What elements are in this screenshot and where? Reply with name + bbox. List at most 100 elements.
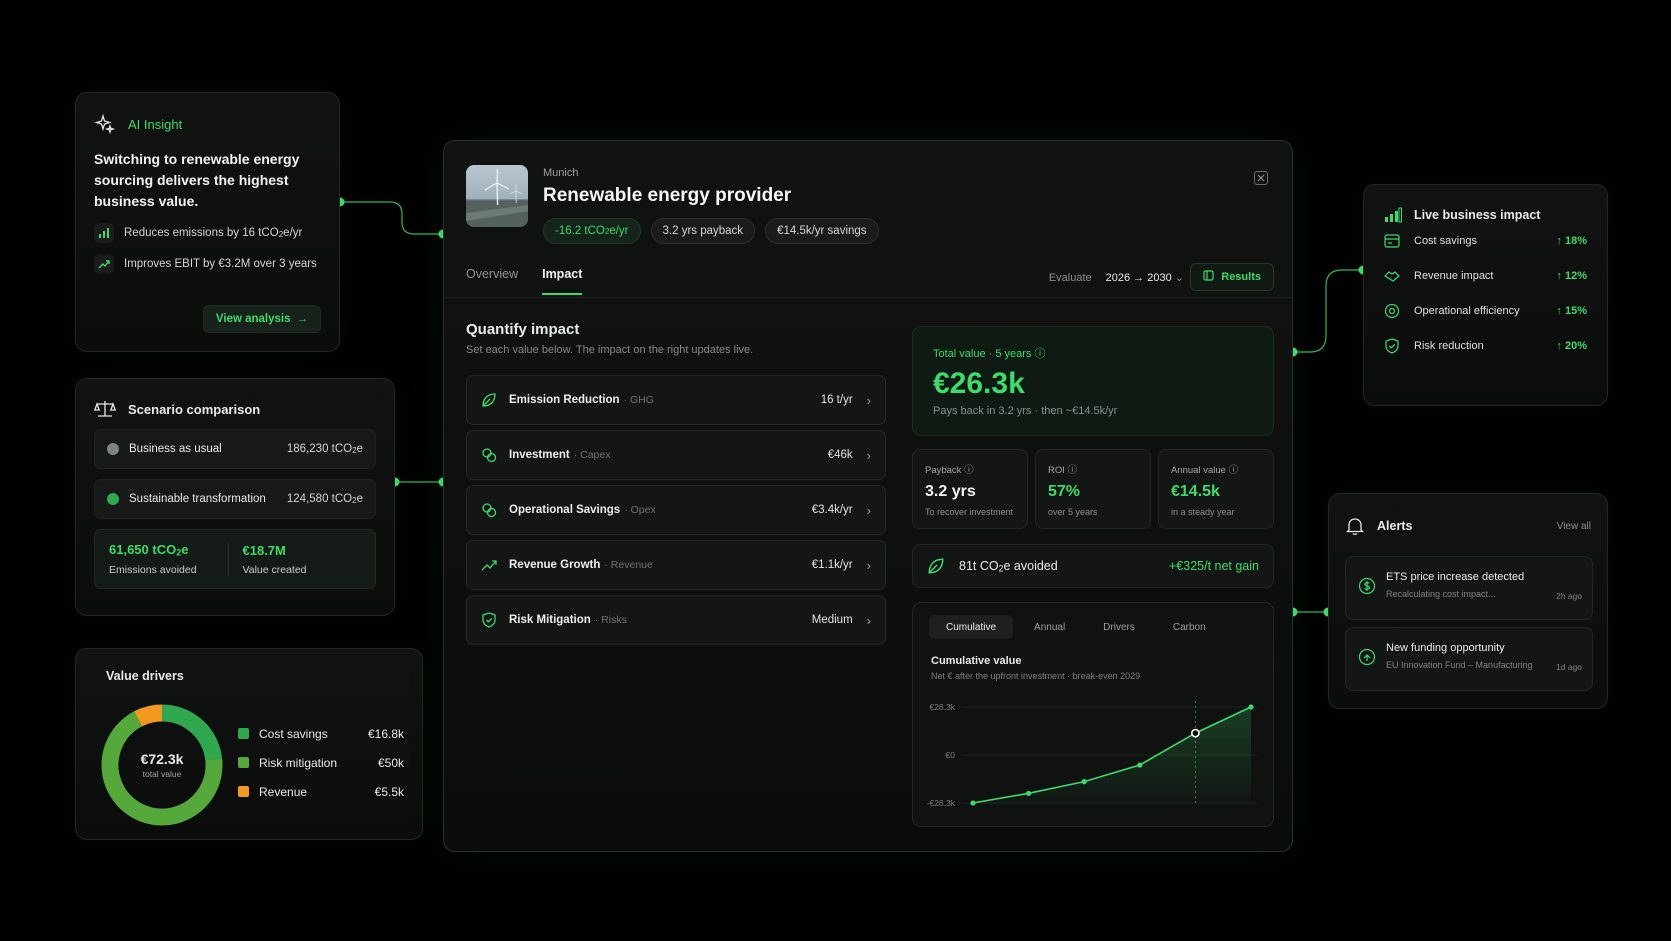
chart-point xyxy=(1248,704,1254,710)
value-created-value: €18.7M xyxy=(242,542,286,558)
chart-title: Cumulative value xyxy=(931,655,1022,667)
bell-icon xyxy=(1345,516,1365,536)
y-tick-label: -€26.3k xyxy=(927,798,956,808)
scenario-name: Business as usual xyxy=(129,443,222,455)
wind-turbine-image xyxy=(466,165,528,227)
input-investment[interactable]: Investment · Capex €46k › xyxy=(466,430,886,480)
scenario-value: 124,580 tCO xyxy=(286,492,353,505)
summary-chips: -16.2 tCO 2 e/yr 3.2 yrs payback €14.5k/yr… xyxy=(543,218,879,244)
live-business-impact-card: Live business impact Cost savings ↑ 18% … xyxy=(1363,184,1608,406)
chart-point xyxy=(1081,779,1087,785)
location-label: Munich xyxy=(543,167,579,179)
legend-item: Cost savings €16.8k xyxy=(238,719,404,748)
scenario-summary: 61,650 tCO2e Emissions avoided €18.7M Va… xyxy=(94,529,376,589)
chart-tab-drivers[interactable]: Drivers xyxy=(1086,615,1152,639)
legend-swatch xyxy=(238,786,249,797)
info-icon: ⓘ xyxy=(1067,465,1078,476)
alerts-title: Alerts xyxy=(1377,519,1413,533)
total-value-label: Total value · 5 years xyxy=(933,348,1032,360)
chevron-down-icon: ⌄ xyxy=(1174,272,1184,284)
total-value: €26.3k xyxy=(933,367,1025,400)
panel-title: Renewable energy provider xyxy=(543,185,792,206)
kpi-payback: Payback ⓘ 3.2 yrs To recover investment xyxy=(912,449,1028,529)
arrow-right-icon: → xyxy=(296,313,309,325)
input-risk-mitigation[interactable]: Risk Mitigation · Risks Medium › xyxy=(466,595,886,645)
chart-point xyxy=(1026,790,1032,796)
chart-tab-cumulative[interactable]: Cumulative xyxy=(929,615,1014,639)
value-drivers-card: Value drivers €72.3k total value Cost sa… xyxy=(75,648,423,840)
total-value-card: Total value · 5 years ⓘ €26.3k Pays back… xyxy=(912,326,1274,436)
handshake-icon xyxy=(1384,269,1400,283)
evaluate-label: Evaluate xyxy=(1048,271,1092,284)
scale-icon xyxy=(94,399,116,419)
tab-divider xyxy=(444,297,1292,298)
info-icon: ⓘ xyxy=(964,465,974,476)
chart-tab-annual[interactable]: Annual xyxy=(1017,615,1082,639)
view-analysis-label: View analysis xyxy=(215,313,291,325)
chevron-right-icon: › xyxy=(866,502,871,518)
info-icon: ⓘ xyxy=(1228,465,1239,476)
scenario-value: 186,230 tCO xyxy=(286,442,353,455)
emissions-avoided-value: 61,650 tCO xyxy=(109,542,177,558)
legend-item: Revenue €5.5k xyxy=(238,777,404,806)
results-button[interactable]: Results xyxy=(1190,263,1274,291)
chart-point-highlight[interactable] xyxy=(1190,728,1200,738)
shield-icon xyxy=(481,612,497,628)
quantify-subtitle: Set each value below. The impact on the … xyxy=(466,344,754,356)
ai-insight-lead: Switching to renewable energy sourcing d… xyxy=(94,151,300,209)
status-dot xyxy=(107,493,119,505)
donut-center: €72.3k total value xyxy=(98,701,226,829)
co2-avoided-text: 81t CO xyxy=(959,558,999,573)
impact-row-cost-savings: Cost savings ↑ 18% xyxy=(1384,223,1587,258)
y-tick-label: €0 xyxy=(946,750,956,760)
gear-icon xyxy=(1384,303,1400,319)
emissions-avoided-label: Emissions avoided xyxy=(109,563,197,576)
total-value-sub: Pays back in 3.2 yrs · then ~€14.5k/yr xyxy=(933,405,1118,417)
status-dot xyxy=(107,443,119,455)
tab-overview[interactable]: Overview xyxy=(466,267,518,295)
y-tick-label: €26.3k xyxy=(929,702,955,712)
panel-tabs: Overview Impact xyxy=(466,267,583,295)
sparkle-icon xyxy=(94,113,116,135)
payback-chip: 3.2 yrs payback xyxy=(650,218,756,244)
donut-total: €72.3k xyxy=(140,751,184,767)
view-all-link[interactable]: View all xyxy=(1557,521,1591,532)
cumulative-chart-card: €26.3k €0 -€26.3k Cumulative Annual Driver… xyxy=(912,602,1274,827)
input-emission-reduction[interactable]: Emission Reduction · GHG 16 t/yr › xyxy=(466,375,886,425)
alert-item[interactable]: ETS price increase detected Recalculatin… xyxy=(1345,556,1593,620)
close-icon[interactable] xyxy=(1254,171,1268,185)
evaluate-range-select[interactable]: 2026 → 2030 ⌄ xyxy=(1106,271,1184,284)
legend-swatch xyxy=(238,728,249,739)
co2-avoided-row: 81t CO2e avoided +€325/t net gain xyxy=(912,544,1274,588)
value-created-label: Value created xyxy=(242,563,307,576)
ai-insight-label: AI Insight xyxy=(128,116,183,132)
emission-chip: -16.2 tCO 2 e/yr xyxy=(543,218,641,244)
leaf-icon xyxy=(481,392,497,408)
input-revenue-growth[interactable]: Revenue Growth · Revenue €1.1k/yr › xyxy=(466,540,886,590)
kpi-roi: ROI ⓘ 57% over 5 years xyxy=(1035,449,1151,529)
info-icon: ⓘ xyxy=(1034,348,1046,360)
shield-icon xyxy=(1384,337,1400,354)
chart-tab-carbon[interactable]: Carbon xyxy=(1156,615,1223,639)
alert-item[interactable]: New funding opportunity EU Innovation Fu… xyxy=(1345,627,1593,691)
chart-point xyxy=(970,800,976,806)
scenario-row-sustainable[interactable]: Sustainable transformation 124,580 tCO2e xyxy=(94,479,376,519)
view-analysis-button[interactable]: View analysis → xyxy=(202,305,321,333)
live-impact-title: Live business impact xyxy=(1414,208,1541,222)
chevron-right-icon: › xyxy=(866,447,871,463)
alerts-card: Alerts View all ETS price increase detec… xyxy=(1328,493,1608,709)
wallet-icon xyxy=(1384,233,1400,248)
trend-up-icon xyxy=(481,557,497,573)
tab-impact[interactable]: Impact xyxy=(542,267,583,295)
chart-subtitle: Net € after the upfront investment · bre… xyxy=(931,671,1141,681)
funding-icon xyxy=(1358,648,1376,671)
bar-chart-icon xyxy=(94,223,114,243)
scenario-row-bau[interactable]: Business as usual 186,230 tCO2e xyxy=(94,429,376,469)
value-drivers-legend: Cost savings €16.8k Risk mitigation €50k R… xyxy=(238,719,404,806)
donut-total-label: total value xyxy=(142,769,182,779)
insight-point-ebit-text: Improves EBIT by €3.2M over 3 years xyxy=(124,258,317,270)
ai-insight-card: AI Insight Switching to renewable energy… xyxy=(75,92,340,352)
coins-icon xyxy=(481,447,497,463)
input-operational-savings[interactable]: Operational Savings · Opex €3.4k/yr › xyxy=(466,485,886,535)
savings-chip: €14.5k/yr savings xyxy=(765,218,879,244)
